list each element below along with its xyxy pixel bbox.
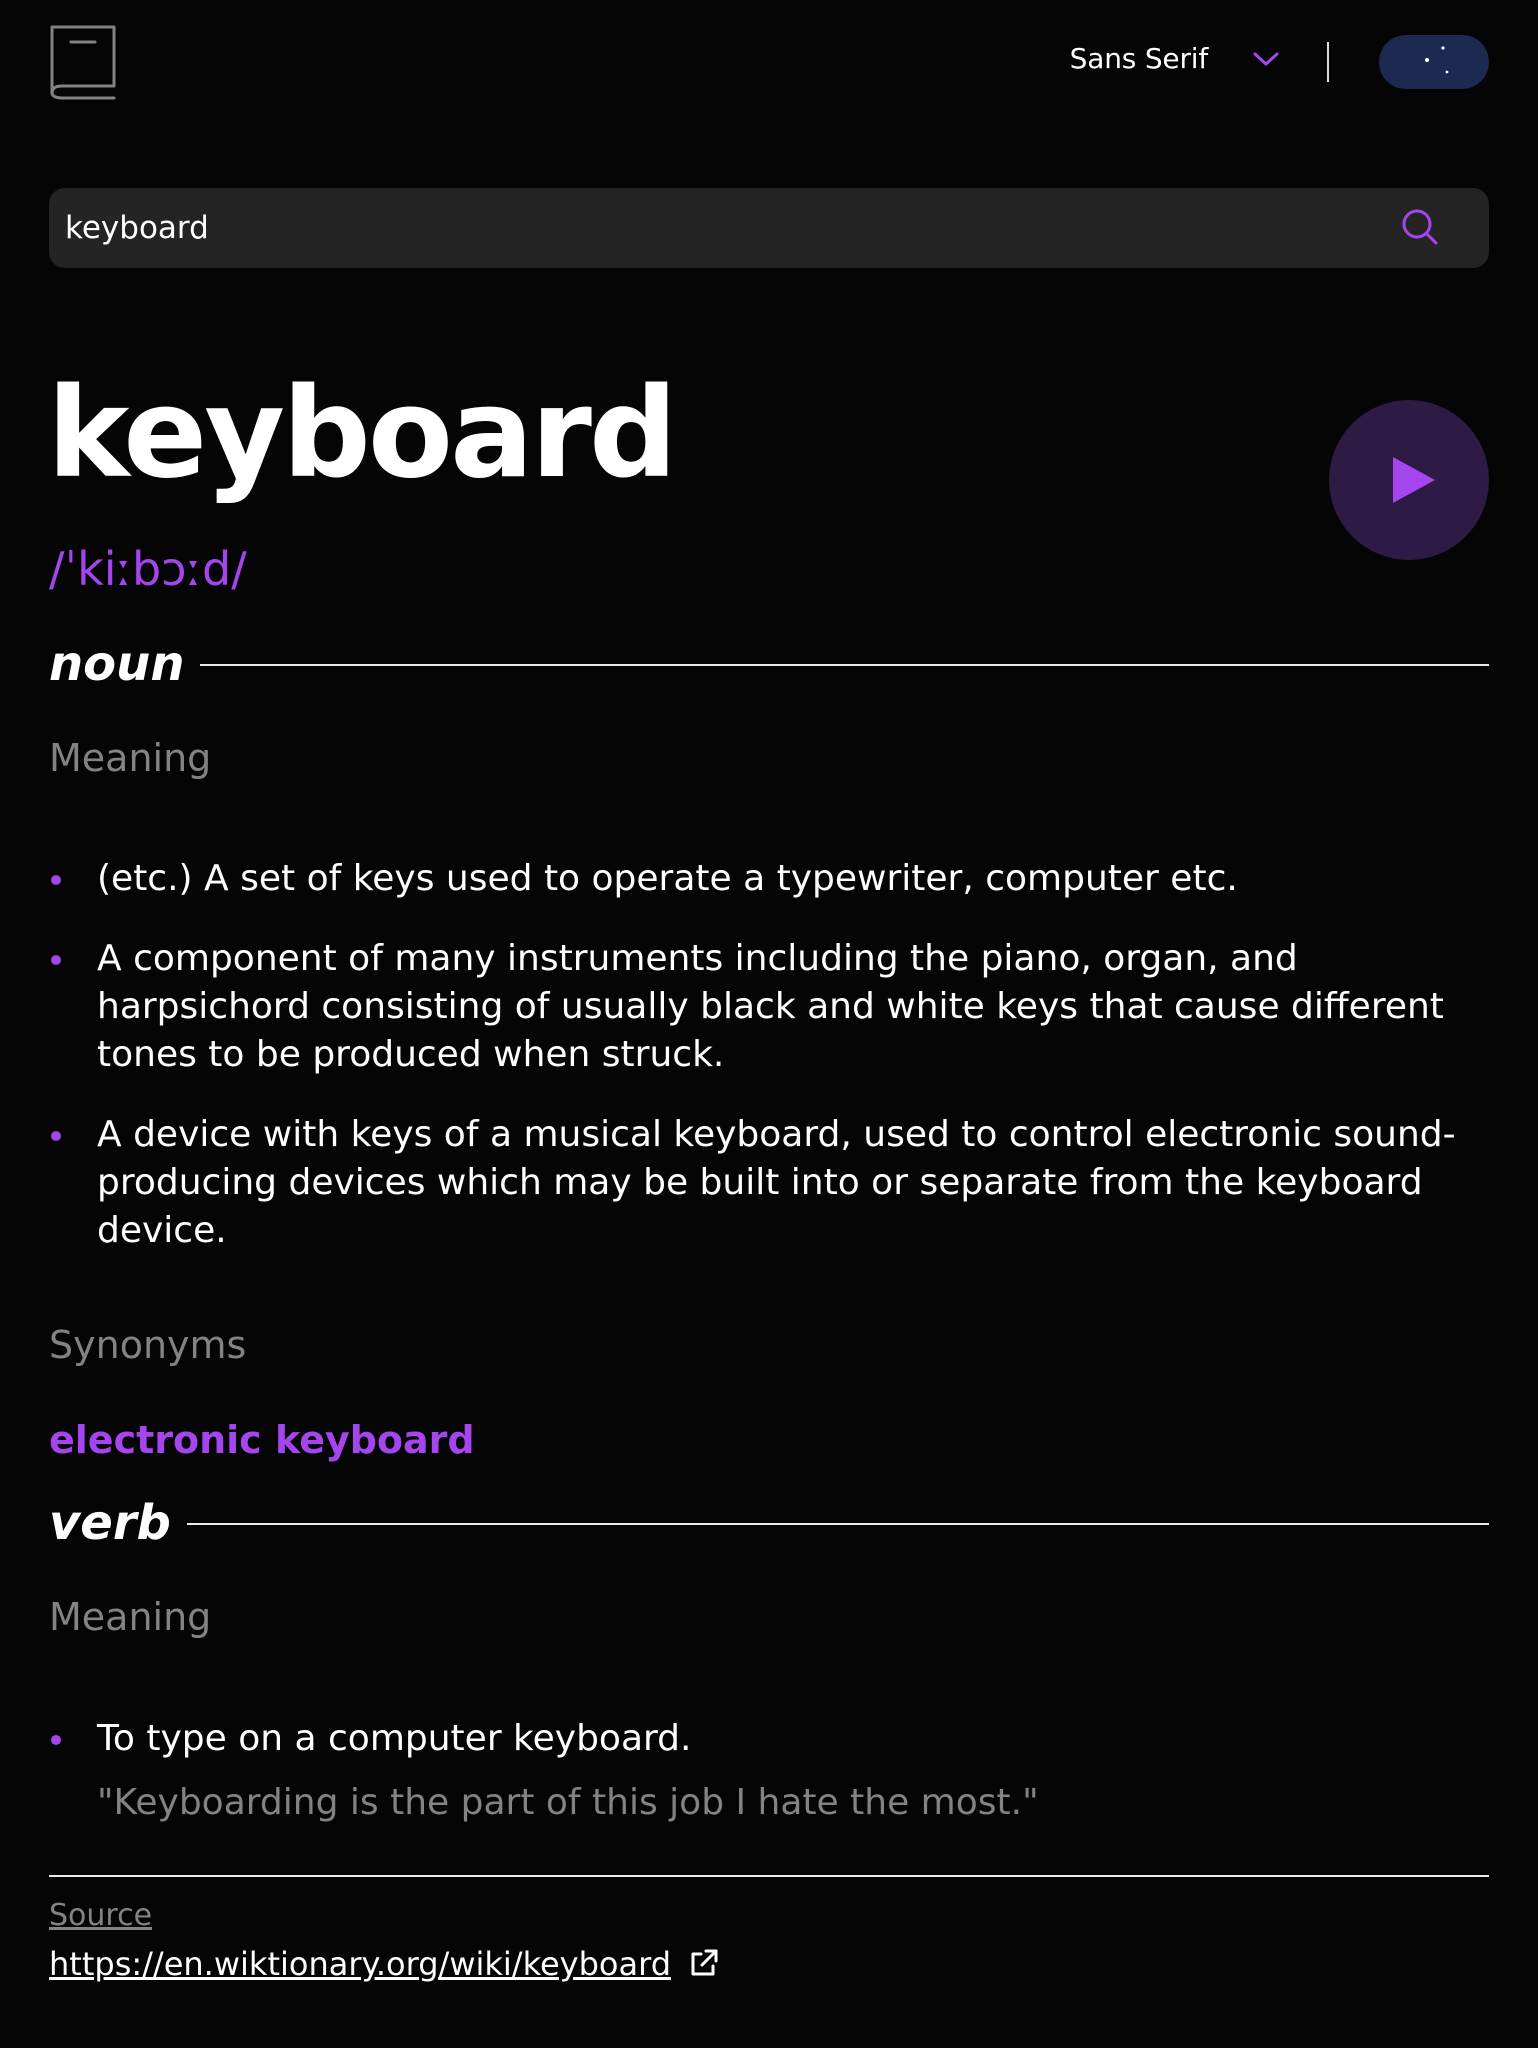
definition-item: (etc.) A set of keys used to operate a t… <box>49 855 1489 903</box>
source-link[interactable]: https://en.wiktionary.org/wiki/keyboard <box>49 1945 719 1983</box>
part-of-speech-label: noun <box>49 636 185 692</box>
definition-text: A device with keys of a musical keyboard… <box>97 1114 1456 1251</box>
section-divider <box>200 664 1489 666</box>
definition-item: A component of many instruments includin… <box>49 935 1489 1079</box>
part-of-speech-verb: verb <box>49 1493 1489 1553</box>
meaning-heading: Meaning <box>49 736 212 780</box>
search-input[interactable] <box>65 188 1365 268</box>
definition-text: (etc.) A set of keys used to operate a t… <box>97 858 1238 899</box>
play-icon <box>1393 457 1435 503</box>
font-family-dropdown[interactable]: Sans Serif <box>1070 42 1280 75</box>
source-url[interactable]: https://en.wiktionary.org/wiki/keyboard <box>49 1945 671 1983</box>
source-label: Source <box>49 1898 153 1933</box>
synonyms-heading: Synonyms <box>49 1323 247 1367</box>
part-of-speech-noun: noun <box>49 634 1489 694</box>
theme-toggle[interactable] <box>1379 35 1489 89</box>
footer-divider <box>49 1875 1489 1877</box>
meaning-heading: Meaning <box>49 1595 212 1639</box>
book-logo-icon[interactable] <box>49 24 117 100</box>
search-icon[interactable] <box>1401 208 1439 246</box>
definition-list-noun: (etc.) A set of keys used to operate a t… <box>49 855 1489 1287</box>
synonym-link[interactable]: electronic keyboard <box>49 1418 475 1464</box>
definition-list-verb: To type on a computer keyboard. "Keyboar… <box>49 1715 1489 1859</box>
word-title: keyboard <box>47 362 678 506</box>
section-divider <box>187 1523 1489 1525</box>
bullet-dot <box>51 1735 61 1745</box>
font-family-label: Sans Serif <box>1069 42 1209 75</box>
header-divider <box>1327 42 1329 82</box>
chevron-down-icon <box>1253 52 1279 65</box>
part-of-speech-label: verb <box>49 1495 171 1551</box>
dictionary-page: Sans Serif keyboard /ˈkiːbɔːd/ <box>47 0 1489 1983</box>
moon-icon <box>1425 42 1479 82</box>
definition-text: A component of many instruments includin… <box>97 938 1444 1075</box>
external-link-icon[interactable] <box>687 1948 719 1980</box>
play-audio-button[interactable] <box>1329 400 1489 560</box>
bullet-dot <box>51 1131 61 1141</box>
definition-item: To type on a computer keyboard. "Keyboar… <box>49 1715 1489 1827</box>
header: Sans Serif <box>49 0 1489 120</box>
phonetic-text: /ˈkiːbɔːd/ <box>49 542 247 596</box>
search-bar <box>49 188 1489 268</box>
bullet-dot <box>51 955 61 965</box>
definition-text: To type on a computer keyboard. <box>97 1718 692 1759</box>
bullet-dot <box>51 875 61 885</box>
example-quote: "Keyboarding is the part of this job I h… <box>97 1782 1039 1823</box>
definition-item: A device with keys of a musical keyboard… <box>49 1111 1489 1255</box>
